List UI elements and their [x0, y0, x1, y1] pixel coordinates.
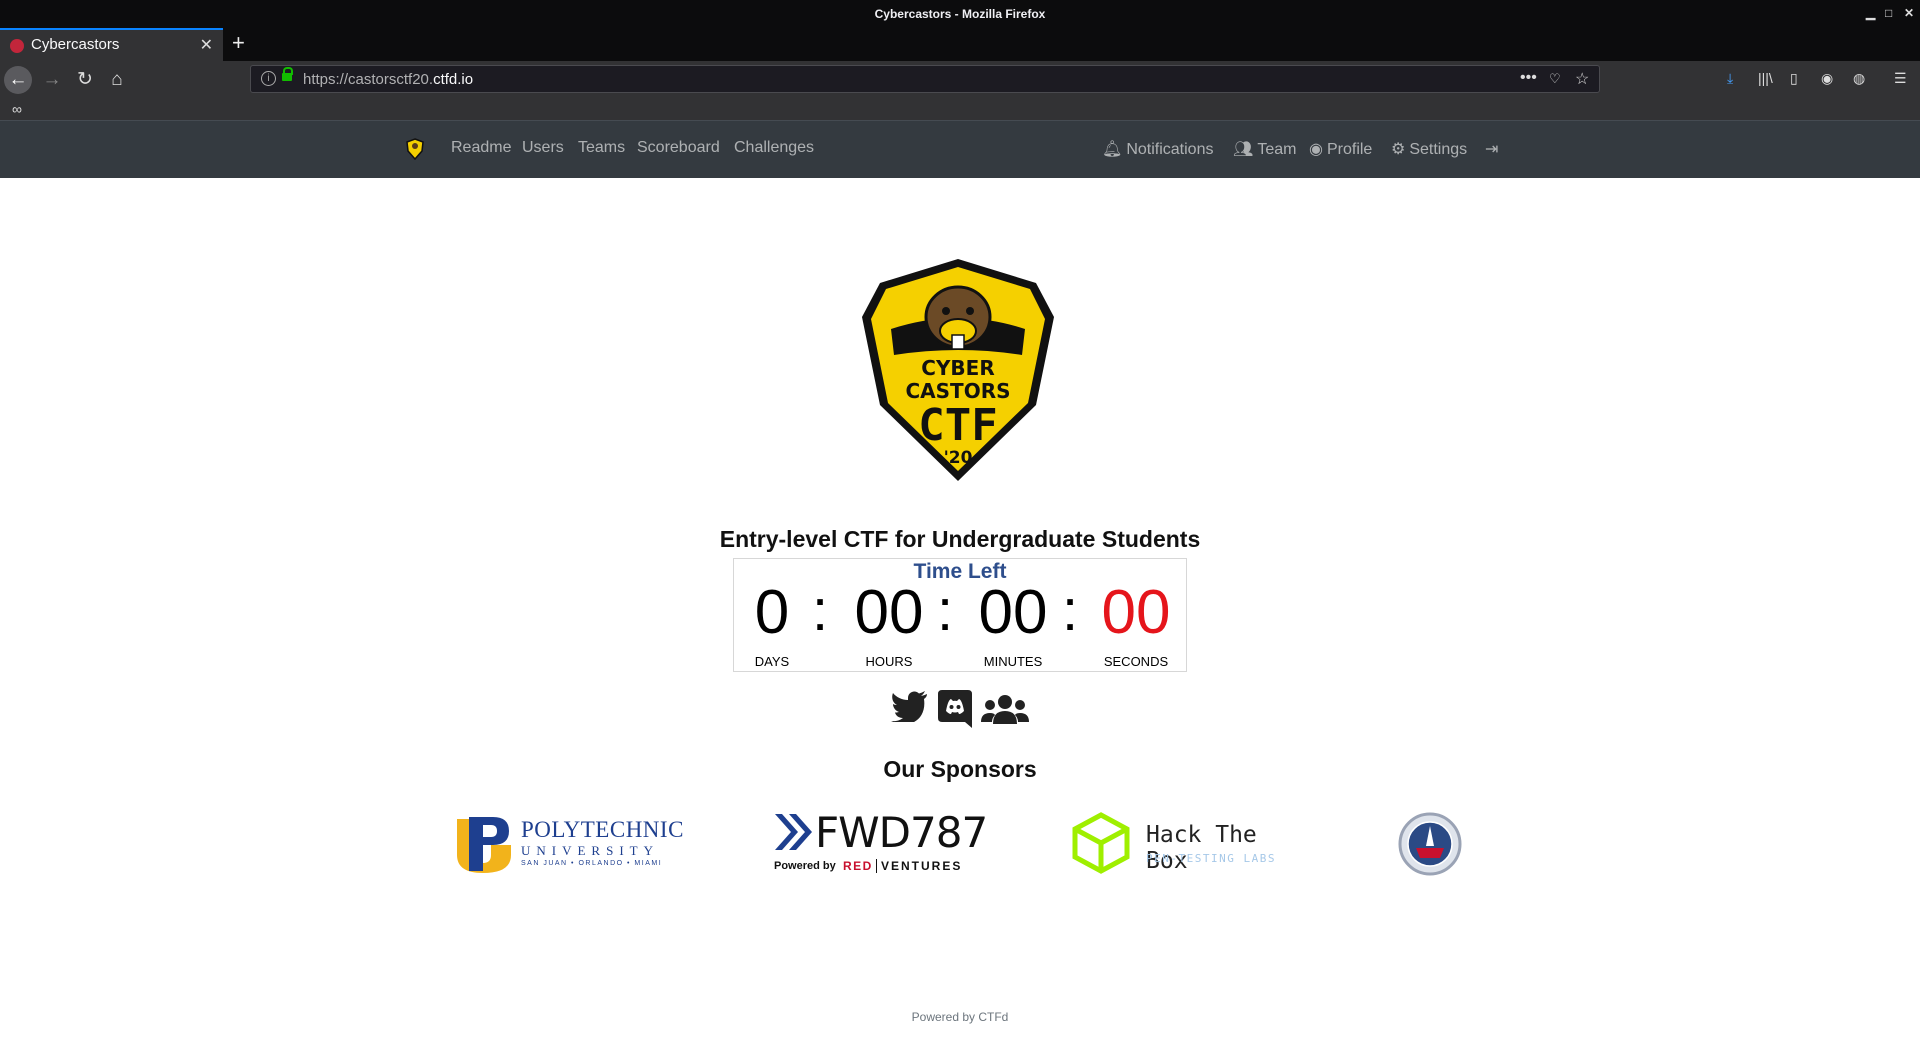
back-button[interactable]: ←: [4, 66, 32, 94]
nav-notifications-link[interactable]: 🔔︎ Notifications: [1102, 139, 1213, 159]
countdown-minutes-label: MINUTES: [983, 654, 1043, 669]
cogs-icon: ⚙: [1391, 141, 1406, 158]
nav-readme-link[interactable]: Readme: [451, 139, 511, 157]
logo-text-cyber: CYBER: [921, 356, 994, 380]
private-mask-icon: ∞: [12, 101, 22, 117]
countdown-separator: :: [1062, 578, 1079, 643]
sponsor-fwd787[interactable]: FWD787 Powered by RED VENTURES: [773, 808, 988, 874]
sponsors-title: Our Sponsors: [883, 756, 1037, 782]
countdown-hours-label: HOURS: [865, 654, 913, 669]
countdown-seconds: 00: [1101, 578, 1171, 647]
minimize-button[interactable]: ▁: [1866, 6, 1875, 20]
fwd-name: FWD787: [815, 808, 988, 857]
cybercastors-ctf-logo: CYBER CASTORS CTF '20: [862, 259, 1054, 481]
profile-label: Profile: [1326, 141, 1373, 158]
bookmark-star-icon[interactable]: ☆: [1575, 69, 1589, 89]
bookmarks-bar: ∞: [0, 98, 1920, 120]
htb-subtitle: PEN-TESTING LABS: [1146, 852, 1276, 865]
logo-text-ctf: CTF: [918, 400, 997, 451]
notifications-label: Notifications: [1126, 141, 1214, 158]
brand-logo-icon[interactable]: [405, 138, 425, 160]
url-text[interactable]: https://castorsctf20.ctfd.io: [303, 71, 473, 88]
home-button[interactable]: ⌂: [103, 66, 131, 94]
htb-name: Hack The Box: [1146, 822, 1257, 874]
window-titlebar: Cybercastors - Mozilla Firefox ▁ □ ✕: [0, 0, 1920, 28]
countdown-timer: Time Left 0 : 00 : 00 : 00 DAYS HOURS MI…: [733, 558, 1187, 672]
nav-profile-link[interactable]: ◉ Profile: [1309, 139, 1372, 159]
close-window-button[interactable]: ✕: [1904, 6, 1914, 20]
downloads-icon[interactable]: ⤓: [1727, 70, 1733, 87]
url-bar[interactable]: i https://castorsctf20.ctfd.io ••• ♡ ☆: [250, 65, 1600, 93]
countdown-days: 0: [754, 578, 790, 647]
nav-teams-link[interactable]: Teams: [578, 139, 625, 157]
globe-icon[interactable]: ◍: [1853, 70, 1865, 87]
countdown-separator: :: [937, 578, 954, 643]
maximize-button[interactable]: □: [1885, 6, 1892, 20]
page-actions-icon[interactable]: •••: [1520, 69, 1537, 87]
tab-title: Cybercastors: [31, 36, 120, 53]
settings-label: Settings: [1409, 141, 1468, 158]
countdown-days-label: DAYS: [754, 654, 790, 669]
twitter-icon[interactable]: [891, 690, 929, 722]
countdown-minutes: 00: [978, 578, 1048, 647]
polytechnic-name: POLYTECHNIC: [521, 817, 684, 842]
nav-users-link[interactable]: Users: [522, 139, 564, 157]
users-icon[interactable]: [981, 694, 1029, 726]
user-circle-icon: ◉: [1309, 141, 1323, 158]
powered-by-ctfd[interactable]: Powered by CTFd: [0, 1010, 1920, 1024]
nav-challenges-link[interactable]: Challenges: [734, 139, 814, 157]
browser-navbar: ← → ↻ ⌂ i https://castorsctf20.ctfd.io •…: [0, 61, 1920, 98]
ctfd-navbar: Readme Users Teams Scoreboard Challenges…: [0, 120, 1920, 178]
sponsor-polytechnic[interactable]: POLYTECHNIC UNIVERSITY SAN JUAN • ORLAND…: [455, 815, 683, 873]
team-icon: 👥︎: [1233, 141, 1254, 158]
fwd-red: RED: [843, 859, 873, 873]
site-info-icon[interactable]: i: [261, 71, 276, 86]
menu-icon[interactable]: ☰: [1894, 70, 1907, 87]
polytechnic-campuses: SAN JUAN • ORLANDO • MIAMI: [521, 860, 663, 867]
tab-strip: Cybercastors ✕ +: [0, 28, 1920, 61]
forward-button[interactable]: →: [38, 66, 66, 94]
nav-team-link[interactable]: 👥︎ Team: [1233, 139, 1296, 159]
sidebar-icon[interactable]: ▯: [1790, 70, 1798, 87]
lock-icon: [282, 67, 293, 81]
account-icon[interactable]: ◉: [1821, 70, 1833, 87]
browser-tab[interactable]: Cybercastors ✕: [0, 28, 223, 61]
fwd-ventures: VENTURES: [876, 859, 962, 873]
library-icon[interactable]: |||\: [1758, 70, 1773, 86]
discord-icon[interactable]: [938, 690, 972, 728]
page-subtitle: Entry-level CTF for Undergraduate Studen…: [719, 526, 1201, 552]
close-tab-button[interactable]: ✕: [200, 35, 213, 55]
logo-text-year: '20: [944, 448, 973, 468]
new-tab-button[interactable]: +: [232, 30, 245, 56]
bell-icon: 🔔︎: [1102, 141, 1123, 158]
reload-button[interactable]: ↻: [71, 66, 99, 94]
fwd-chevrons-icon: [775, 814, 812, 850]
pocket-icon[interactable]: ♡: [1549, 71, 1561, 87]
countdown-separator: :: [812, 578, 829, 643]
window-title: Cybercastors - Mozilla Firefox: [874, 7, 1046, 21]
nav-settings-link[interactable]: ⚙ Settings: [1391, 139, 1467, 159]
fwd-powered-by: Powered by: [774, 860, 836, 872]
logout-icon[interactable]: ⇥: [1485, 139, 1498, 159]
countdown-seconds-label: SECONDS: [1103, 654, 1169, 669]
nav-scoreboard-link[interactable]: Scoreboard: [637, 139, 720, 157]
team-label: Team: [1257, 141, 1297, 158]
favicon-icon: [10, 39, 24, 53]
sponsor-hack-the-box[interactable]: Hack The Box PEN-TESTING LABS: [1071, 812, 1301, 876]
polytechnic-university: UNIVERSITY: [521, 843, 659, 858]
sponsor-seal-logo[interactable]: [1398, 812, 1462, 876]
countdown-hours: 00: [854, 578, 924, 647]
htb-cube-icon: [1072, 812, 1130, 874]
polytechnic-logo-icon: [457, 817, 511, 873]
